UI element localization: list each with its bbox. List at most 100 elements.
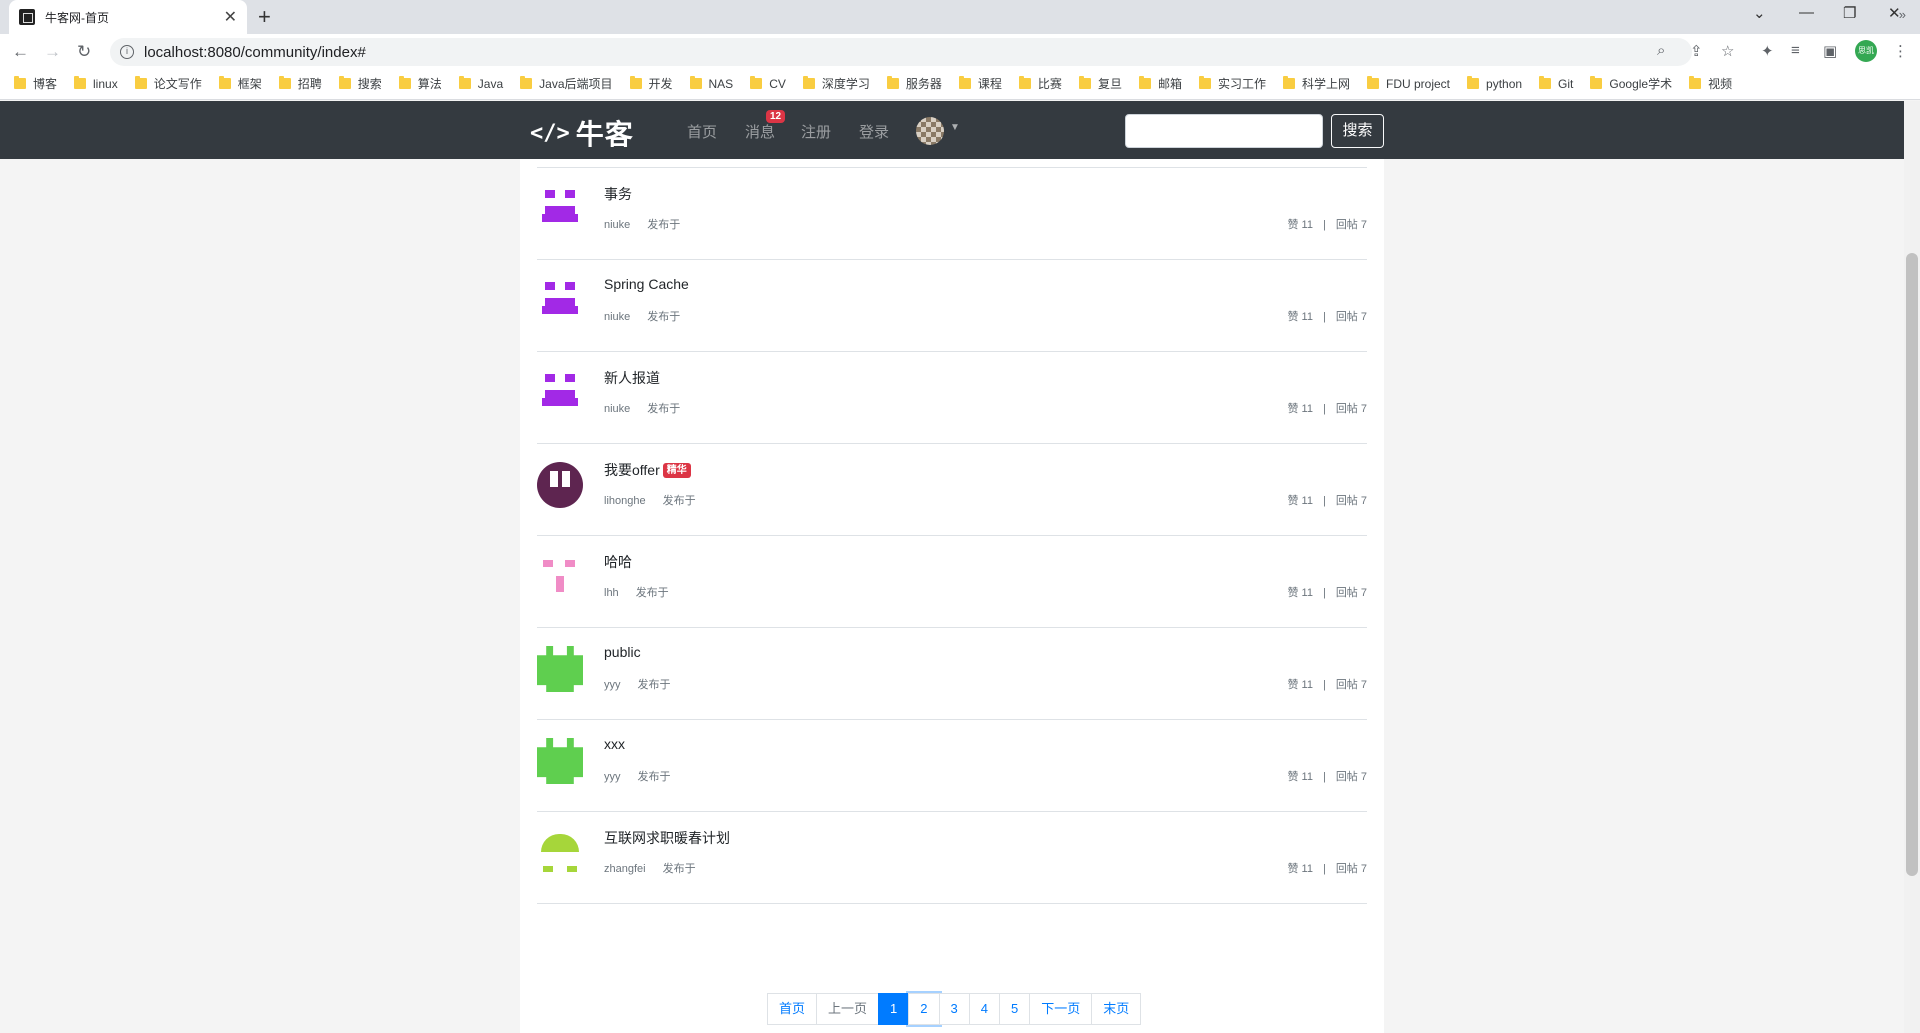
page-3-button[interactable]: 3 <box>938 993 970 1025</box>
nav-messages-link[interactable]: 消息 <box>745 121 775 142</box>
lime-identicon-avatar[interactable] <box>537 830 583 876</box>
bookmark-label: 服务器 <box>905 77 942 91</box>
forward-icon[interactable]: → <box>44 42 61 62</box>
bookmark-item[interactable]: Java <box>458 76 503 91</box>
bookmark-item[interactable]: Git <box>1539 76 1573 91</box>
tab-search-icon[interactable]: ⌄ <box>1753 4 1766 22</box>
bookmark-item[interactable]: 博客 <box>14 75 57 92</box>
reload-icon[interactable]: ↻ <box>77 42 91 62</box>
bookmark-item[interactable]: 实习工作 <box>1198 75 1266 92</box>
bookmark-item[interactable]: 框架 <box>218 75 262 92</box>
post-meta: niuke 发布于 <box>604 400 680 416</box>
post-title-link[interactable]: 新人报道 <box>604 368 660 388</box>
green-identicon-avatar[interactable] <box>537 646 583 692</box>
extensions-icon[interactable]: ✦ <box>1761 42 1774 60</box>
bookmark-item[interactable]: 服务器 <box>886 75 942 92</box>
nav-home-link[interactable]: 首页 <box>687 121 717 142</box>
url-bar[interactable]: i localhost:8080/community/index# <box>110 38 1692 66</box>
post-title-link[interactable]: 我要offer <box>604 460 660 480</box>
share-icon[interactable]: ⇪ <box>1690 42 1703 60</box>
folder-icon <box>629 76 642 89</box>
nav-login-link[interactable]: 登录 <box>859 121 889 142</box>
close-tab-icon[interactable]: ✕ <box>224 7 237 27</box>
bookmark-item[interactable]: 复旦 <box>1078 75 1122 92</box>
bookmark-item[interactable]: 课程 <box>958 75 1002 92</box>
browser-tab[interactable]: 牛客网-首页 ✕ <box>9 0 247 34</box>
new-tab-icon[interactable]: + <box>258 4 271 30</box>
purple-identicon-avatar[interactable] <box>537 278 583 324</box>
post-replies: 回帖 7 <box>1335 863 1367 875</box>
folder-icon <box>1467 76 1480 89</box>
folder-icon <box>1078 76 1091 89</box>
bookmark-item[interactable]: 视频 <box>1689 75 1732 92</box>
purple-identicon-avatar[interactable] <box>537 370 583 416</box>
scrollbar-thumb[interactable] <box>1906 253 1918 876</box>
page-first-button[interactable]: 首页 <box>767 993 818 1025</box>
page-next-button[interactable]: 下一页 <box>1029 993 1093 1025</box>
post-likes: 赞 11 <box>1287 587 1313 599</box>
post-title-link[interactable]: xxx <box>604 736 625 752</box>
back-icon[interactable]: ← <box>12 42 29 62</box>
bookmark-item[interactable]: 算法 <box>398 75 442 92</box>
post-title-link[interactable]: Spring Cache <box>604 276 689 292</box>
bookmark-item[interactable]: CV <box>750 76 786 91</box>
page-prev-button[interactable]: 上一页 <box>816 993 880 1025</box>
bookmark-label: 复旦 <box>1097 77 1122 91</box>
stats-separator: | <box>1322 679 1326 691</box>
green-identicon-avatar[interactable] <box>537 738 583 784</box>
post-title: 哈哈 <box>604 552 632 572</box>
post-title-link[interactable]: public <box>604 644 641 660</box>
bookmark-star-icon[interactable]: ☆ <box>1721 42 1734 60</box>
bookmark-item[interactable]: python <box>1467 76 1522 91</box>
post-author: niuke <box>604 219 631 231</box>
post-author: yyy <box>604 679 621 691</box>
bookmark-item[interactable]: 深度学习 <box>802 75 870 92</box>
profile-avatar[interactable]: 思凯 <box>1855 40 1877 62</box>
zoom-icon[interactable]: ⌕ <box>1657 42 1665 59</box>
pink-identicon-avatar[interactable] <box>537 554 583 600</box>
page-1-button[interactable]: 1 <box>878 993 910 1025</box>
search-input[interactable] <box>1125 114 1323 148</box>
post-row: 事务 niuke 发布于 赞 11 | 回帖 7 <box>537 168 1367 260</box>
bookmark-item[interactable]: FDU project <box>1367 76 1450 91</box>
page-4-button[interactable]: 4 <box>968 993 1000 1025</box>
url-text: localhost:8080/community/index# <box>144 43 366 61</box>
chevron-down-icon[interactable]: ▼ <box>950 122 960 133</box>
purple-identicon-avatar[interactable] <box>537 186 583 232</box>
bookmark-label: 搜索 <box>357 77 382 91</box>
post-title-link[interactable]: 互联网求职暖春计划 <box>604 828 730 848</box>
user-avatar[interactable] <box>916 117 944 145</box>
address-toolbar: ← → ↻ i localhost:8080/community/index# … <box>0 34 1920 68</box>
bookmark-label: Google学术 <box>1609 77 1673 91</box>
reading-list-icon[interactable]: ≡ <box>1791 42 1800 59</box>
side-panel-icon[interactable]: ▣ <box>1823 42 1837 60</box>
bookmark-item[interactable]: 论文写作 <box>134 75 202 92</box>
bookmark-item[interactable]: 开发 <box>629 75 673 92</box>
page-last-button[interactable]: 末页 <box>1091 993 1142 1025</box>
page-5-button[interactable]: 5 <box>998 993 1031 1025</box>
post-stats: 赞 11 | 回帖 7 <box>1287 584 1367 600</box>
menu-icon[interactable]: ⋮ <box>1893 42 1908 60</box>
site-logo[interactable]: </> 牛客 <box>530 113 634 153</box>
folder-icon <box>1689 76 1702 89</box>
bookmark-item[interactable]: Java后端项目 <box>520 75 613 92</box>
maroon-circle-avatar[interactable] <box>537 462 583 508</box>
bookmark-item[interactable]: 招聘 <box>278 75 322 92</box>
restore-icon[interactable]: ❐ <box>1843 4 1856 22</box>
bookmark-item[interactable]: linux <box>74 76 118 91</box>
more-bookmarks-icon[interactable]: » <box>1899 7 1906 22</box>
page-2-button[interactable]: 2 <box>908 993 940 1025</box>
nav-register-link[interactable]: 注册 <box>801 121 831 142</box>
bookmark-item[interactable]: NAS <box>689 76 733 91</box>
search-button[interactable]: 搜索 <box>1331 114 1384 148</box>
bookmark-item[interactable]: 比赛 <box>1018 75 1062 92</box>
bookmark-item[interactable]: 科学上网 <box>1282 75 1350 92</box>
site-info-icon[interactable]: i <box>120 45 134 59</box>
bookmark-item[interactable]: 邮箱 <box>1138 75 1182 92</box>
post-published: 发布于 <box>662 863 696 875</box>
post-title-link[interactable]: 事务 <box>604 184 632 204</box>
minimize-icon[interactable]: — <box>1799 4 1814 21</box>
bookmark-item[interactable]: 搜索 <box>338 75 382 92</box>
post-title-link[interactable]: 哈哈 <box>604 552 632 572</box>
bookmark-item[interactable]: Google学术 <box>1590 75 1672 92</box>
